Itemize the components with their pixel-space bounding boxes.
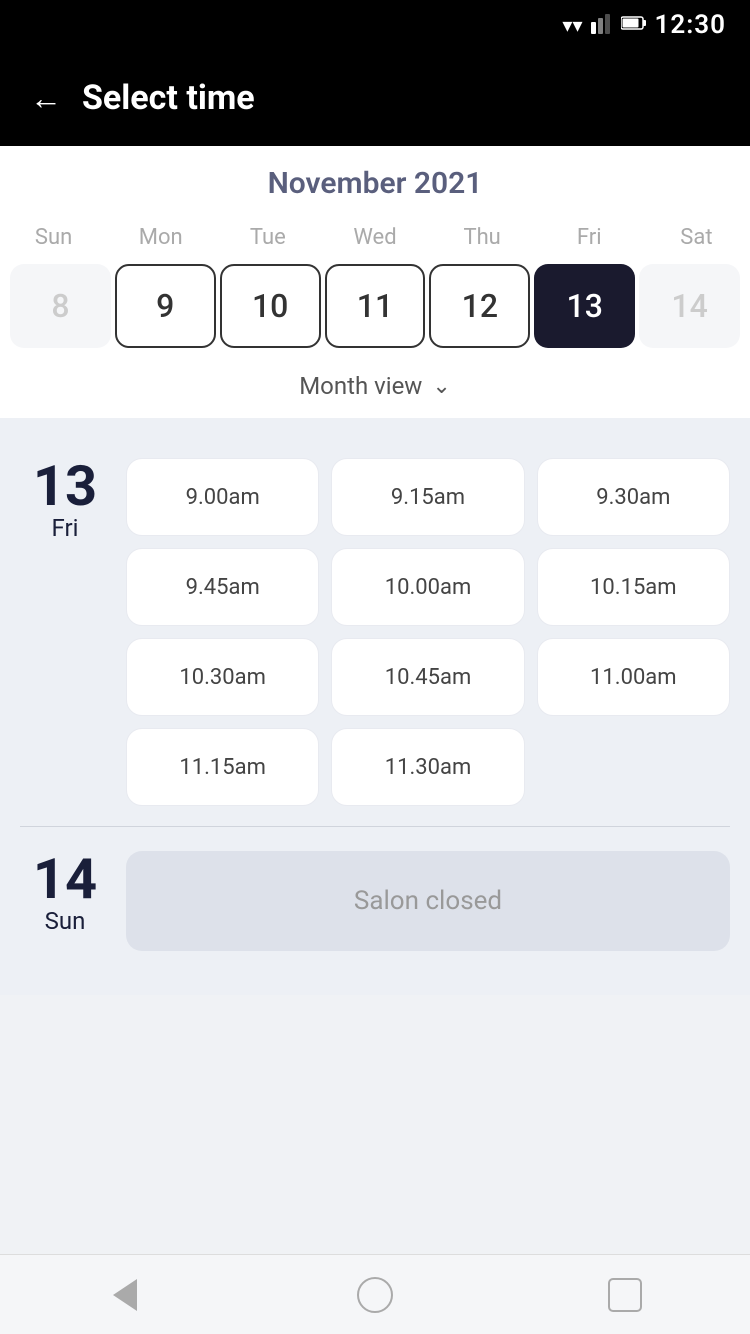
app-header: ← Select time: [0, 50, 750, 146]
salon-closed-label: Salon closed: [126, 851, 730, 951]
month-view-label: Month view: [299, 372, 422, 400]
day-label-13: 13 Fri: [20, 458, 110, 542]
time-slot-1015am[interactable]: 10.15am: [537, 548, 730, 626]
day-block-13: 13 Fri 9.00am 9.15am 9.30am 9.45am 10.00…: [0, 438, 750, 826]
day-header-fri: Fri: [536, 221, 643, 254]
nav-recents-button[interactable]: [600, 1270, 650, 1320]
wifi-icon: ▾▾: [562, 13, 582, 37]
home-nav-icon: [357, 1277, 393, 1313]
day-block-14: 14 Sun Salon closed: [0, 827, 750, 975]
nav-home-button[interactable]: [350, 1270, 400, 1320]
day-header-sun: Sun: [0, 221, 107, 254]
date-cell-12[interactable]: 12: [429, 264, 530, 348]
time-slot-1130am[interactable]: 11.30am: [331, 728, 524, 806]
time-slots-section: 13 Fri 9.00am 9.15am 9.30am 9.45am 10.00…: [0, 418, 750, 995]
day-header-sat: Sat: [643, 221, 750, 254]
day-name-fri: Fri: [52, 514, 79, 542]
date-cell-10[interactable]: 10: [220, 264, 321, 348]
status-bar: ▾▾ 12:30: [0, 0, 750, 50]
day-header-wed: Wed: [321, 221, 428, 254]
month-year-label: November 2021: [0, 166, 750, 201]
time-slot-1115am[interactable]: 11.15am: [126, 728, 319, 806]
day-number-13: 13: [33, 458, 97, 514]
time-slot-945am[interactable]: 9.45am: [126, 548, 319, 626]
page-title: Select time: [82, 78, 255, 118]
day-headers: Sun Mon Tue Wed Thu Fri Sat: [0, 221, 750, 254]
signal-icon: [591, 12, 613, 39]
chevron-down-icon: ⌄: [432, 374, 450, 399]
status-icons: ▾▾ 12:30: [562, 10, 726, 40]
day-number-14: 14: [33, 851, 97, 907]
day-label-14: 14 Sun: [20, 851, 110, 935]
month-view-toggle[interactable]: Month view ⌄: [0, 358, 750, 418]
day-header-tue: Tue: [214, 221, 321, 254]
time-slot-1030am[interactable]: 10.30am: [126, 638, 319, 716]
date-cell-14[interactable]: 14: [639, 264, 740, 348]
time-slot-900am[interactable]: 9.00am: [126, 458, 319, 536]
date-cell-8[interactable]: 8: [10, 264, 111, 348]
back-button[interactable]: ←: [30, 82, 62, 114]
status-time: 12:30: [655, 10, 727, 40]
day-name-sun: Sun: [45, 907, 86, 935]
time-slot-1100am[interactable]: 11.00am: [537, 638, 730, 716]
time-slot-1000am[interactable]: 10.00am: [331, 548, 524, 626]
date-cell-13[interactable]: 13: [534, 264, 635, 348]
calendar-section: November 2021 Sun Mon Tue Wed Thu Fri Sa…: [0, 146, 750, 418]
day-header-mon: Mon: [107, 221, 214, 254]
recents-nav-icon: [608, 1278, 642, 1312]
time-slot-915am[interactable]: 9.15am: [331, 458, 524, 536]
day-header-thu: Thu: [429, 221, 536, 254]
date-cell-9[interactable]: 9: [115, 264, 216, 348]
date-row: 8 9 10 11 12 13 14: [0, 264, 750, 358]
time-slot-930am[interactable]: 9.30am: [537, 458, 730, 536]
navigation-bar: [0, 1254, 750, 1334]
time-slot-1045am[interactable]: 10.45am: [331, 638, 524, 716]
back-nav-icon: [113, 1279, 137, 1311]
battery-icon: [621, 15, 647, 36]
nav-back-button[interactable]: [100, 1270, 150, 1320]
date-cell-11[interactable]: 11: [325, 264, 426, 348]
time-grid-13: 9.00am 9.15am 9.30am 9.45am 10.00am 10.1…: [126, 458, 730, 806]
